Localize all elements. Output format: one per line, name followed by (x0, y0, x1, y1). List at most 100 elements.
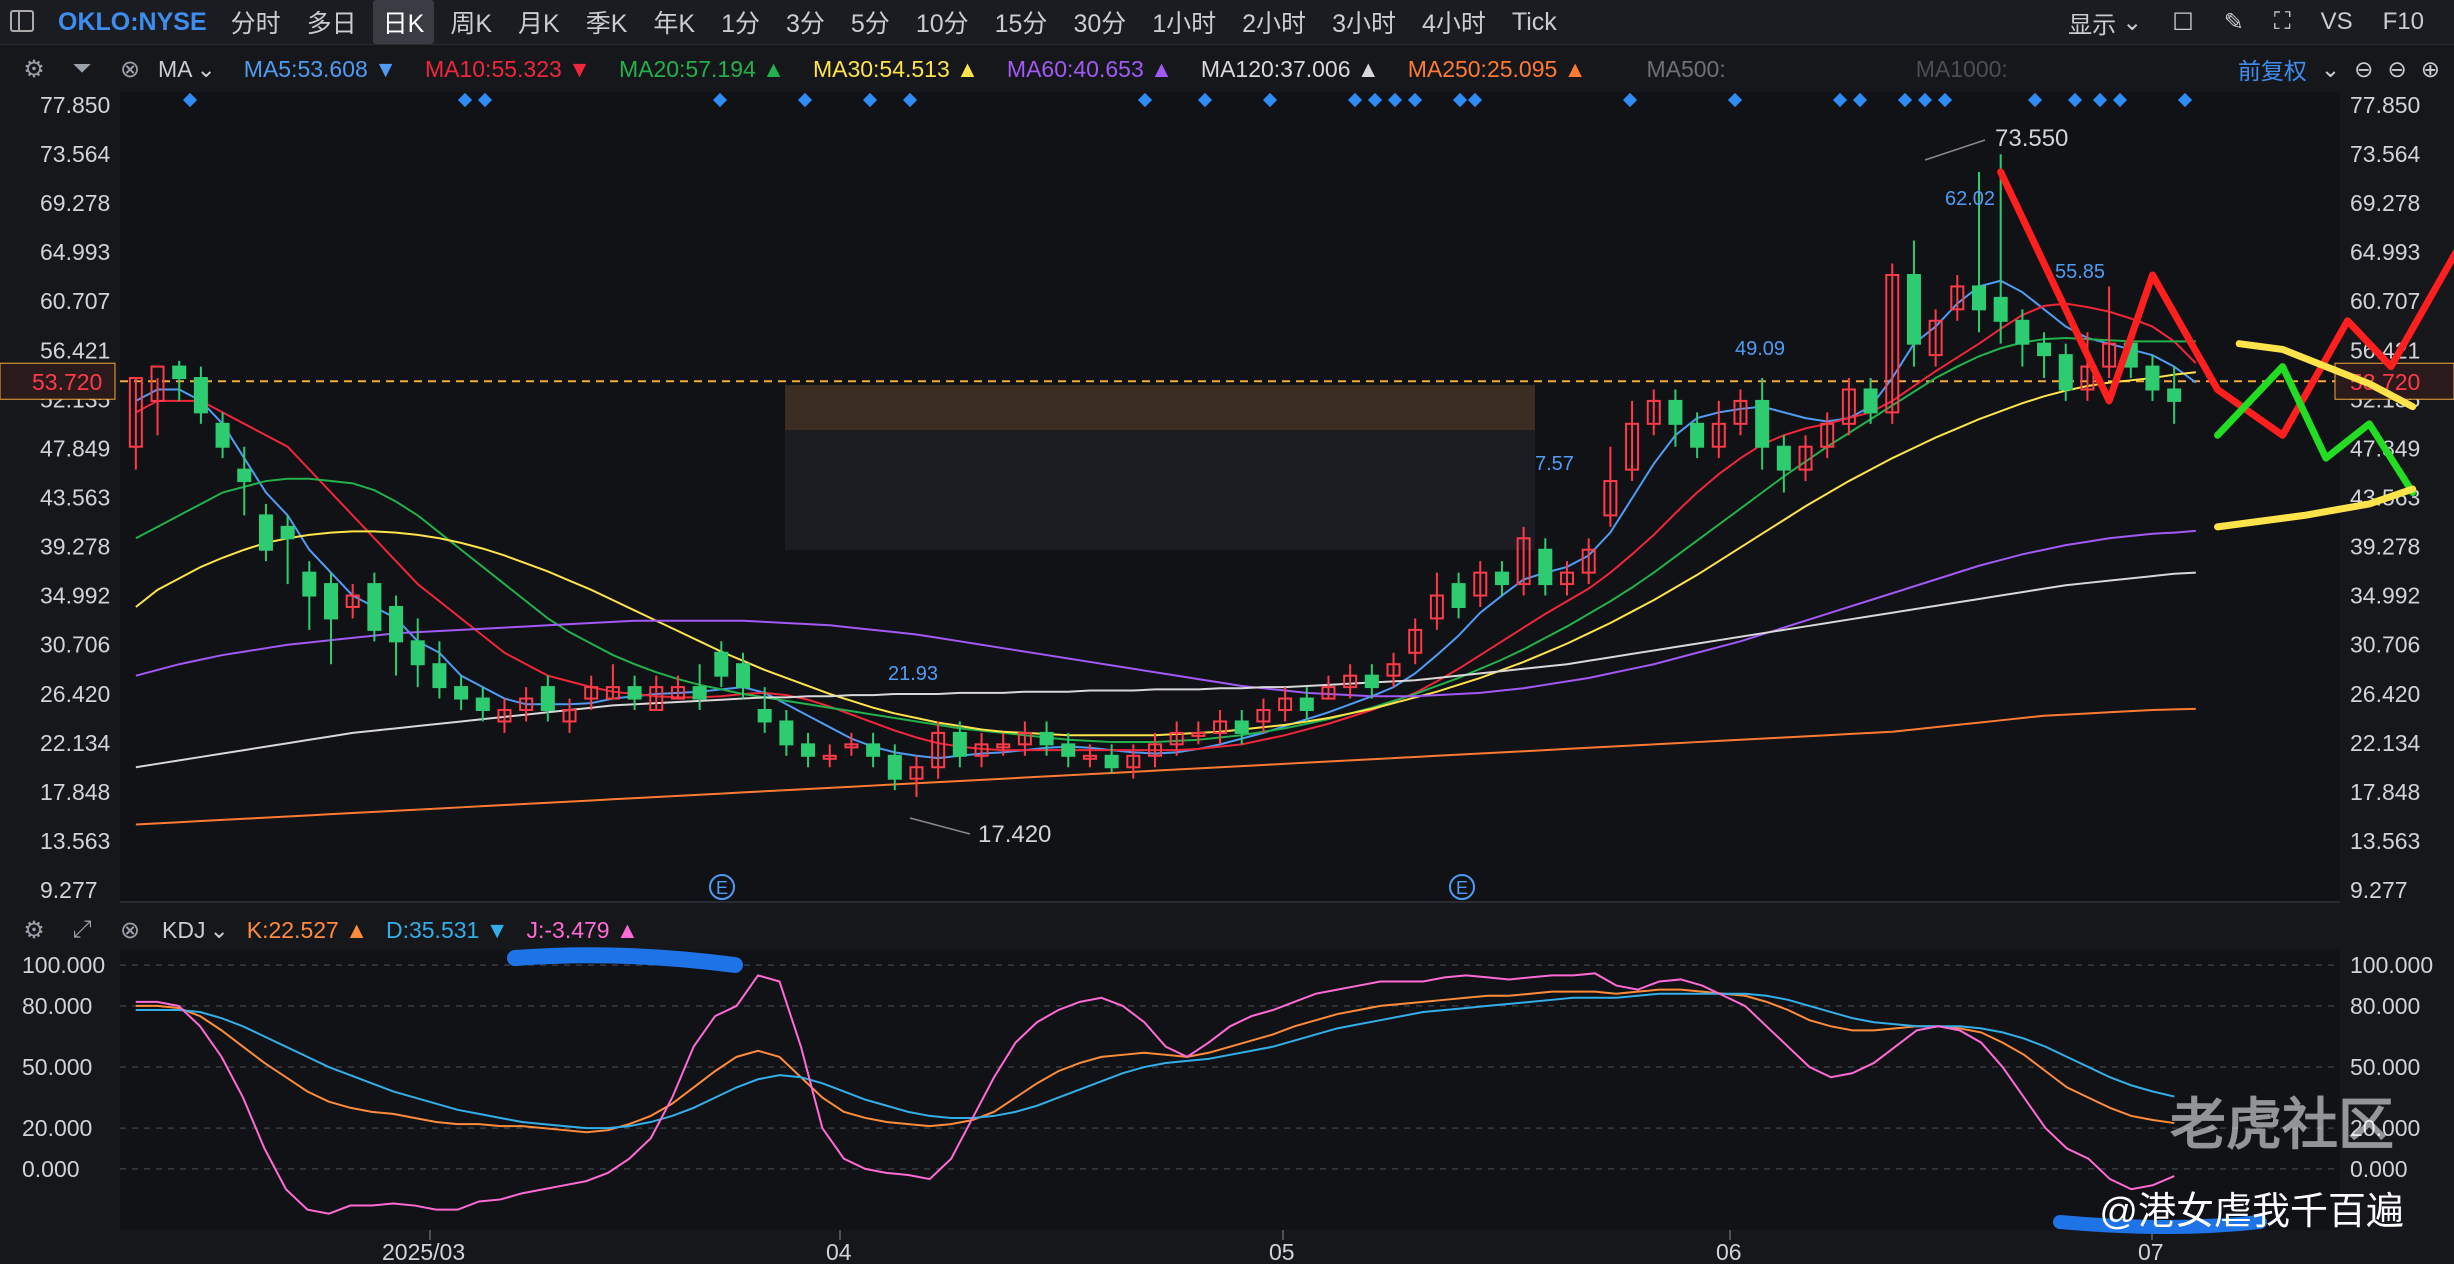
tab-timeframe-15[interactable]: 3小时 (1322, 0, 1406, 44)
signal-marker-12 (1387, 92, 1403, 108)
pencil-icon[interactable]: ✎ (2224, 8, 2244, 37)
candle-body-0 (128, 377, 143, 448)
signal-marker-19 (1852, 92, 1868, 108)
tab-timeframe-12[interactable]: 30分 (1063, 0, 1136, 44)
minimize-icon[interactable]: ⊖ (2354, 56, 2373, 83)
signal-marker-14 (1452, 92, 1468, 108)
candle-body-91 (2102, 342, 2117, 368)
candle-body-83 (1928, 319, 1943, 357)
y-tick-right-12: 26.420 (2350, 681, 2420, 707)
price-chart[interactable]: 77.850 77.850 73.564 73.564 69.278 69.278 64.9… (0, 0, 2454, 1264)
candle-body-87 (2015, 319, 2030, 345)
tab-timeframe-0[interactable]: 分时 (221, 0, 291, 44)
candle-body-74 (1733, 399, 1748, 425)
earnings-marker-1 (1449, 874, 1475, 900)
tab-timeframe-6[interactable]: 年K (643, 0, 705, 44)
candle-body-94 (2167, 388, 2182, 402)
tab-timeframe-9[interactable]: 5分 (841, 0, 900, 44)
expand-icon[interactable]: ⤢ (68, 916, 96, 944)
kdj-value-1: D:35.531 ▼ (385, 916, 509, 943)
ma-value-8: MA1000: (1915, 55, 2008, 82)
y-tick-left-14: 17.848 (40, 779, 110, 805)
checkbox-icon[interactable]: ☐ (2172, 8, 2194, 37)
tab-timeframe-14[interactable]: 2小时 (1232, 0, 1316, 44)
ma-indicator-select[interactable]: MA (158, 56, 193, 83)
tab-timeframe-5[interactable]: 季K (576, 0, 638, 44)
candle-body-37 (931, 731, 946, 769)
display-menu[interactable]: 显示 (2068, 5, 2116, 40)
gear-icon[interactable]: ⚙ (20, 55, 48, 83)
candle-body-90 (2080, 365, 2095, 391)
gear-icon[interactable]: ⚙ (20, 916, 48, 944)
candle-body-12 (389, 605, 404, 643)
add-icon[interactable]: ⊕ (2421, 56, 2440, 83)
close-icon[interactable]: ⊖ (2387, 56, 2406, 83)
y-tick-left-5: 56.421 (40, 337, 110, 363)
ma-line-ma120 (135, 571, 2196, 769)
tab-timeframe-8[interactable]: 3分 (776, 0, 835, 44)
adjust-select[interactable]: 前复权 (2238, 52, 2307, 86)
annotation-4: 55.85 (2055, 261, 2105, 283)
candle-body-50 (1213, 720, 1228, 734)
signal-marker-24 (2067, 92, 2083, 108)
tab-timeframe-10[interactable]: 10分 (906, 0, 979, 44)
symbol-label[interactable]: OKLO:NYSE (58, 8, 207, 37)
chevron-down-icon[interactable]: ⌄ (2122, 8, 2142, 37)
ma-value-0: MA5:53.608 ▼ (243, 55, 397, 82)
current-price-box-right (2334, 362, 2454, 400)
fullscreen-icon[interactable]: ⛶ (2274, 8, 2291, 36)
chevron-down-icon[interactable]: ⌄ (209, 917, 228, 944)
candle-body-55 (1321, 686, 1336, 700)
vs-button[interactable]: VS (2321, 8, 2353, 36)
current-price-label-left: 53.720 (32, 369, 102, 395)
candle-body-70 (1646, 399, 1661, 425)
layout-toggle-icon[interactable] (10, 10, 34, 32)
chevron-down-icon[interactable]: ⌄ (197, 56, 216, 83)
tab-timeframe-3[interactable]: 周K (440, 0, 502, 44)
tab-timeframe-7[interactable]: 1分 (711, 0, 770, 44)
candle-body-33 (844, 743, 859, 749)
f10-button[interactable]: F10 (2383, 8, 2424, 36)
candle-body-9 (324, 583, 338, 620)
candle-body-75 (1755, 399, 1770, 448)
price-pane (120, 92, 2340, 902)
candle-body-76 (1776, 445, 1791, 471)
ma-line-ma30 (135, 371, 2196, 737)
candle-body-56 (1343, 674, 1358, 689)
high-label: 73.550 (1995, 125, 2068, 152)
candle-body-14 (432, 663, 447, 689)
tab-timeframe-2[interactable]: 日K (372, 0, 435, 44)
tab-timeframe-13[interactable]: 1小时 (1142, 0, 1226, 44)
tab-timeframe-4[interactable]: 月K (508, 0, 570, 44)
earnings-marker-label-1: E (1456, 878, 1468, 898)
y-tick-left-9: 39.278 (40, 534, 110, 560)
low-label: 17.420 (978, 821, 1051, 848)
signal-marker-5 (862, 92, 878, 108)
y-tick-left-11: 30.706 (40, 632, 110, 658)
candle-body-11 (367, 583, 382, 631)
candle-body-41 (1017, 731, 1032, 746)
chevron-down-icon[interactable]: ⌄ (2321, 56, 2340, 83)
candle-body-47 (1148, 743, 1162, 757)
tab-timeframe-17[interactable]: Tick (1502, 4, 1567, 41)
tab-timeframe-16[interactable]: 4小时 (1412, 0, 1496, 44)
drawing-red-path (1997, 168, 2454, 439)
tab-timeframe-1[interactable]: 多日 (297, 0, 367, 44)
drawing-yellow-line (2214, 485, 2417, 531)
y-tick-right-5: 56.421 (2350, 337, 2420, 363)
candle-body-88 (2037, 342, 2052, 357)
y-tick-left-0: 77.850 (40, 92, 110, 118)
candle-body-39 (974, 743, 989, 757)
y-tick-right-4: 60.707 (2350, 288, 2420, 314)
drawing-green-path (2214, 363, 2417, 497)
blurred-overlay-top (785, 385, 1535, 430)
kdj-indicator-select[interactable]: KDJ (162, 917, 205, 944)
collapse-icon[interactable]: ⏷ (68, 55, 96, 83)
ma-line-ma5 (135, 279, 2197, 760)
annotation-1: 7.57 (1535, 453, 1574, 475)
close-icon[interactable]: ⊗ (116, 55, 144, 83)
y-tick-left-4: 60.707 (40, 288, 110, 314)
candle-body-31 (801, 743, 816, 757)
close-icon[interactable]: ⊗ (116, 916, 144, 944)
tab-timeframe-11[interactable]: 15分 (985, 0, 1058, 44)
